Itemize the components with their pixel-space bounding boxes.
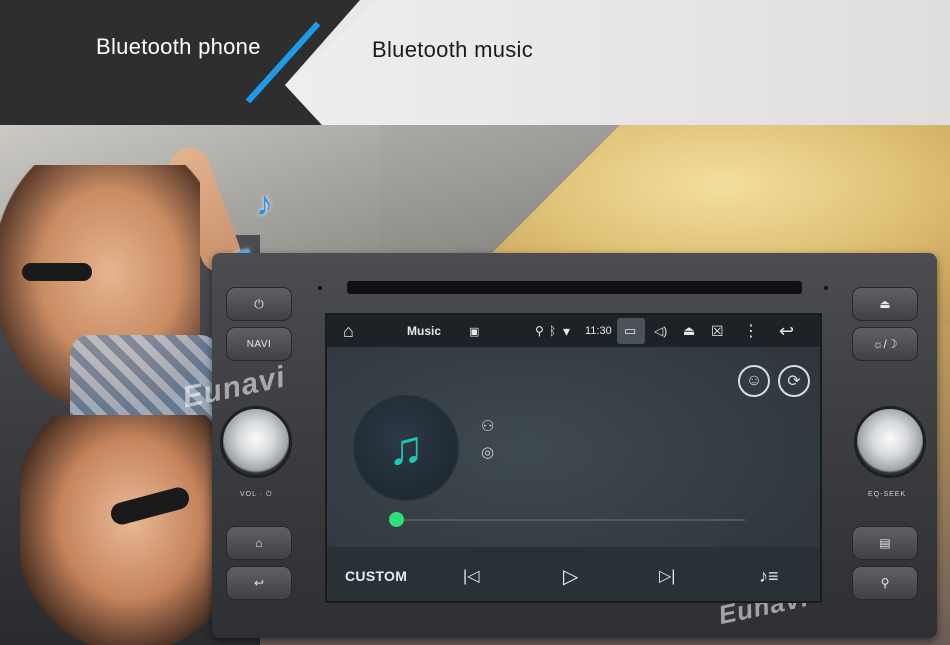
wifi-icon: ▾ — [563, 322, 571, 339]
radio-icon: ▤ — [879, 536, 891, 550]
mic-dot — [318, 286, 322, 290]
progress-track[interactable] — [403, 519, 745, 521]
bluetooth-icon: ᛒ — [549, 324, 557, 338]
artist-icon: ⚇ — [481, 418, 495, 435]
person-bottom — [20, 415, 220, 645]
volume-knob[interactable] — [220, 406, 292, 478]
home-icon[interactable]: ⌂ — [343, 315, 354, 347]
head-unit: ⏻ NAVI ⌂ ↩ VOL · ⏻ ⏏ ☼/☽ ▤ ⚲ EQ-SEEK Eun… — [180, 253, 937, 638]
seek-knob[interactable] — [854, 406, 926, 478]
home-icon: ⌂ — [255, 536, 263, 550]
screenshot-icon[interactable]: ▭ — [624, 315, 636, 347]
eject-icon[interactable]: ⏏ — [683, 315, 695, 347]
eject-button[interactable]: ⏏ — [852, 287, 918, 321]
navi-label: NAVI — [246, 338, 272, 350]
back-button[interactable]: ↩ — [226, 566, 292, 600]
tab-bluetooth-phone[interactable]: Bluetooth phone — [96, 34, 261, 60]
playlist-icon[interactable]: ♪≡ — [759, 547, 779, 601]
brightness-icon: ☼/☽ — [872, 337, 898, 351]
repeat-button[interactable]: ⟳ — [778, 365, 810, 397]
music-note-icon: ♪ — [256, 185, 273, 223]
volume-icon[interactable]: ◁) — [654, 315, 667, 347]
top-banner: Bluetooth phone Bluetooth music — [0, 0, 950, 125]
gps-icon: ⚲ — [880, 576, 890, 590]
previous-track-icon[interactable]: |◁ — [463, 547, 479, 601]
tab-bluetooth-music[interactable]: Bluetooth music — [372, 37, 533, 63]
volume-knob-label: VOL · ⏻ — [240, 491, 273, 498]
seek-knob-label: EQ-SEEK — [868, 491, 907, 498]
home-button[interactable]: ⌂ — [226, 526, 292, 560]
power-button[interactable]: ⏻ — [226, 287, 292, 321]
cd-slot — [347, 281, 802, 294]
progress-thumb[interactable] — [389, 512, 404, 527]
display-screen: ⌂ Music ▣ ⚲ ᛒ ▾ 11:30 ▭ ◁) ⏏ ☒ ⋮ ↩ ☺ ⟳ ♫… — [325, 313, 822, 603]
radio-button[interactable]: ▤ — [852, 526, 918, 560]
album-art: ♫ — [353, 395, 459, 501]
sunglasses-icon — [22, 263, 92, 281]
album-icon: ◎ — [481, 444, 495, 461]
navi-button[interactable]: NAVI — [226, 327, 292, 361]
clock: 11:30 — [585, 325, 612, 337]
power-icon: ⏻ — [254, 296, 264, 311]
back-icon[interactable]: ↩ — [779, 315, 794, 347]
repeat-icon: ⟳ — [787, 373, 801, 390]
play-icon[interactable]: ▷ — [563, 547, 578, 601]
location-icon: ⚲ — [535, 324, 544, 338]
close-icon[interactable]: ☒ — [711, 315, 724, 347]
reset-dot — [824, 286, 828, 290]
playback-controls: CUSTOM |◁ ▷ ▷| ♪≡ — [327, 547, 820, 601]
person-icon: ☺ — [745, 372, 763, 389]
image-icon: ▣ — [469, 325, 480, 338]
brightness-button[interactable]: ☼/☽ — [852, 327, 918, 361]
music-note-icon: ♫ — [388, 421, 424, 475]
next-track-icon[interactable]: ▷| — [659, 547, 675, 601]
artist-view-button[interactable]: ☺ — [738, 365, 770, 397]
back-icon: ↩ — [253, 576, 265, 590]
custom-button[interactable]: CUSTOM — [345, 547, 407, 601]
app-title: Music — [407, 324, 442, 338]
status-bar: ⌂ Music ▣ ⚲ ᛒ ▾ 11:30 ▭ ◁) ⏏ ☒ ⋮ ↩ — [327, 315, 820, 347]
gps-button[interactable]: ⚲ — [852, 566, 918, 600]
more-icon[interactable]: ⋮ — [743, 315, 759, 347]
eject-icon: ⏏ — [879, 297, 891, 311]
music-player: ☺ ⟳ ♫ ⚇ ◎ CUSTOM |◁ ▷ ▷| ♪≡ — [327, 347, 820, 601]
